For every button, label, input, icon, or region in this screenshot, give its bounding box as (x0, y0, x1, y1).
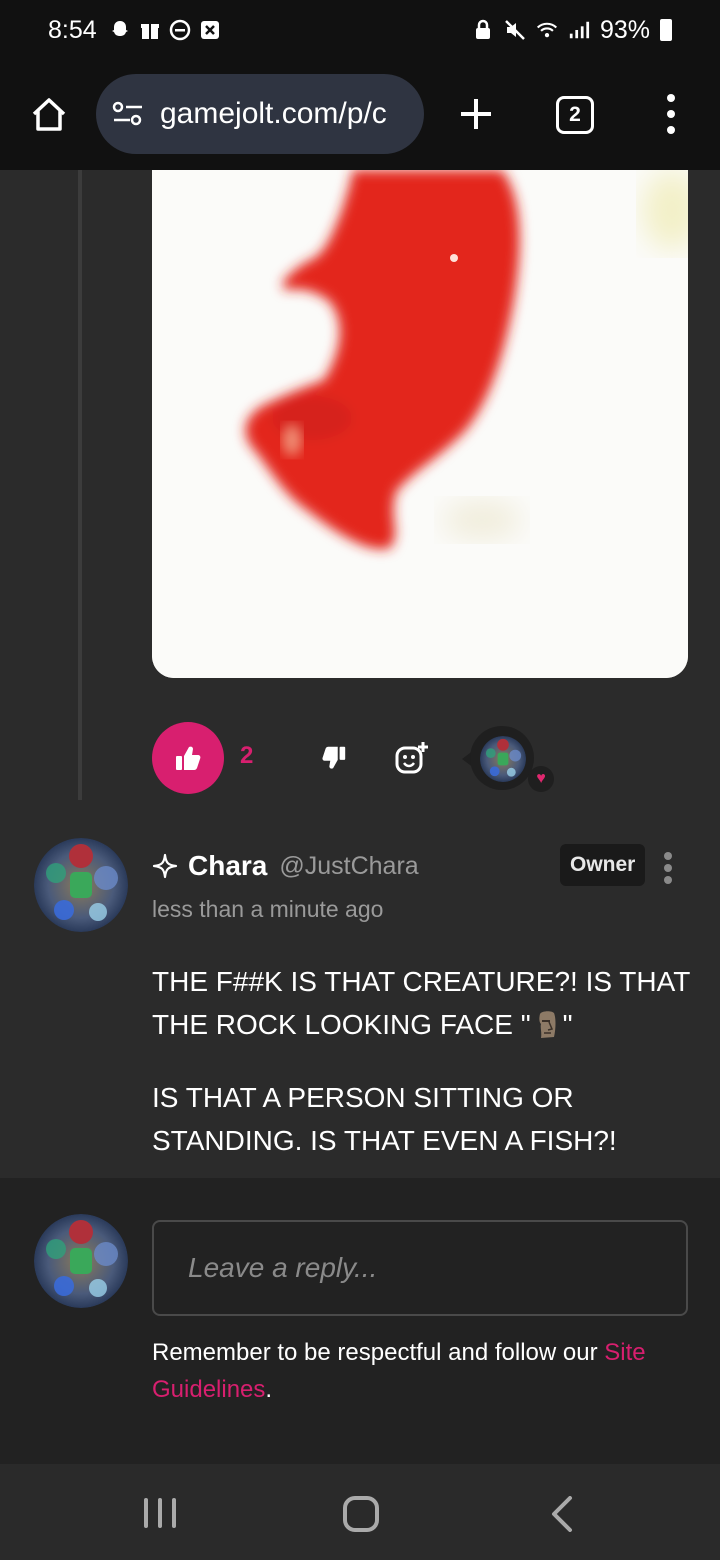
like-button[interactable] (152, 722, 224, 794)
thread-line (78, 170, 82, 800)
comment-author-avatar[interactable] (34, 838, 128, 932)
dnd-icon (169, 19, 191, 41)
heart-icon: ♥ (528, 766, 554, 792)
recent-apps-button[interactable] (144, 1498, 176, 1528)
signal-icon (568, 19, 590, 41)
lock-icon (472, 19, 494, 41)
snapchat-icon (109, 19, 131, 41)
comment-timestamp[interactable]: less than a minute ago (152, 896, 383, 923)
site-settings-icon[interactable] (112, 100, 144, 128)
comment-paragraph: IS THAT A PERSON SITTING OR STANDING. IS… (152, 1082, 617, 1156)
comment-body: THE F##K IS THAT CREATURE?! IS THAT THE … (152, 960, 692, 1192)
back-button[interactable] (548, 1496, 578, 1532)
status-time: 8:54 (48, 15, 97, 44)
liker-avatar (480, 736, 526, 782)
post-image[interactable] (152, 170, 688, 678)
wifi-icon (536, 19, 558, 41)
mute-icon (504, 19, 526, 41)
browser-menu-button[interactable] (660, 94, 682, 134)
plus-icon (461, 99, 491, 129)
post-content: 2 ♥ Chara @JustChara Owner less than a m… (0, 170, 720, 1464)
system-nav-bar (0, 1464, 720, 1560)
battery-text: 93% (599, 15, 650, 44)
emoji-add-icon (395, 742, 428, 774)
post-actions: 2 ♥ (152, 722, 582, 794)
gift-icon (139, 19, 161, 41)
current-user-avatar[interactable] (34, 1214, 128, 1308)
status-bar: 8:54 93% (0, 0, 720, 60)
close-box-icon (199, 19, 221, 41)
thumbs-down-icon (322, 746, 346, 769)
home-button[interactable] (26, 92, 72, 138)
tab-count: 2 (569, 103, 581, 126)
browser-toolbar: gamejolt.com/p/c 2 (0, 60, 720, 170)
reply-section: Remember to be respectful and follow our… (0, 1178, 720, 1464)
tab-switcher-button[interactable]: 2 (556, 96, 594, 134)
system-icons: 93% (472, 16, 672, 45)
battery-icon (660, 19, 672, 41)
home-icon (32, 98, 66, 131)
sparkle-icon (152, 853, 178, 879)
comment-header: Chara @JustChara (152, 846, 419, 886)
url-text: gamejolt.com/p/c (160, 97, 387, 130)
reply-input[interactable] (152, 1220, 688, 1316)
likers-preview[interactable]: ♥ (462, 726, 554, 792)
author-name[interactable]: Chara (188, 850, 267, 882)
add-reaction-button[interactable] (392, 738, 432, 778)
notification-icons (109, 19, 221, 41)
address-bar[interactable]: gamejolt.com/p/c (96, 74, 424, 154)
comment-options-button[interactable] (662, 852, 674, 884)
guidelines-note: Remember to be respectful and follow our… (152, 1339, 646, 1403)
author-handle[interactable]: @JustChara (279, 852, 418, 881)
moai-emoji-icon (539, 1011, 556, 1038)
dislike-button[interactable] (316, 740, 352, 776)
owner-badge: Owner (560, 844, 646, 886)
new-tab-button[interactable] (456, 92, 496, 136)
chevron-left-icon (552, 1496, 572, 1532)
comment-paragraph: THE F##K IS THAT CREATURE?! IS THAT THE … (152, 966, 690, 1040)
thumbs-up-icon (176, 746, 201, 770)
home-nav-button[interactable] (343, 1496, 379, 1532)
like-count: 2 (240, 742, 254, 769)
